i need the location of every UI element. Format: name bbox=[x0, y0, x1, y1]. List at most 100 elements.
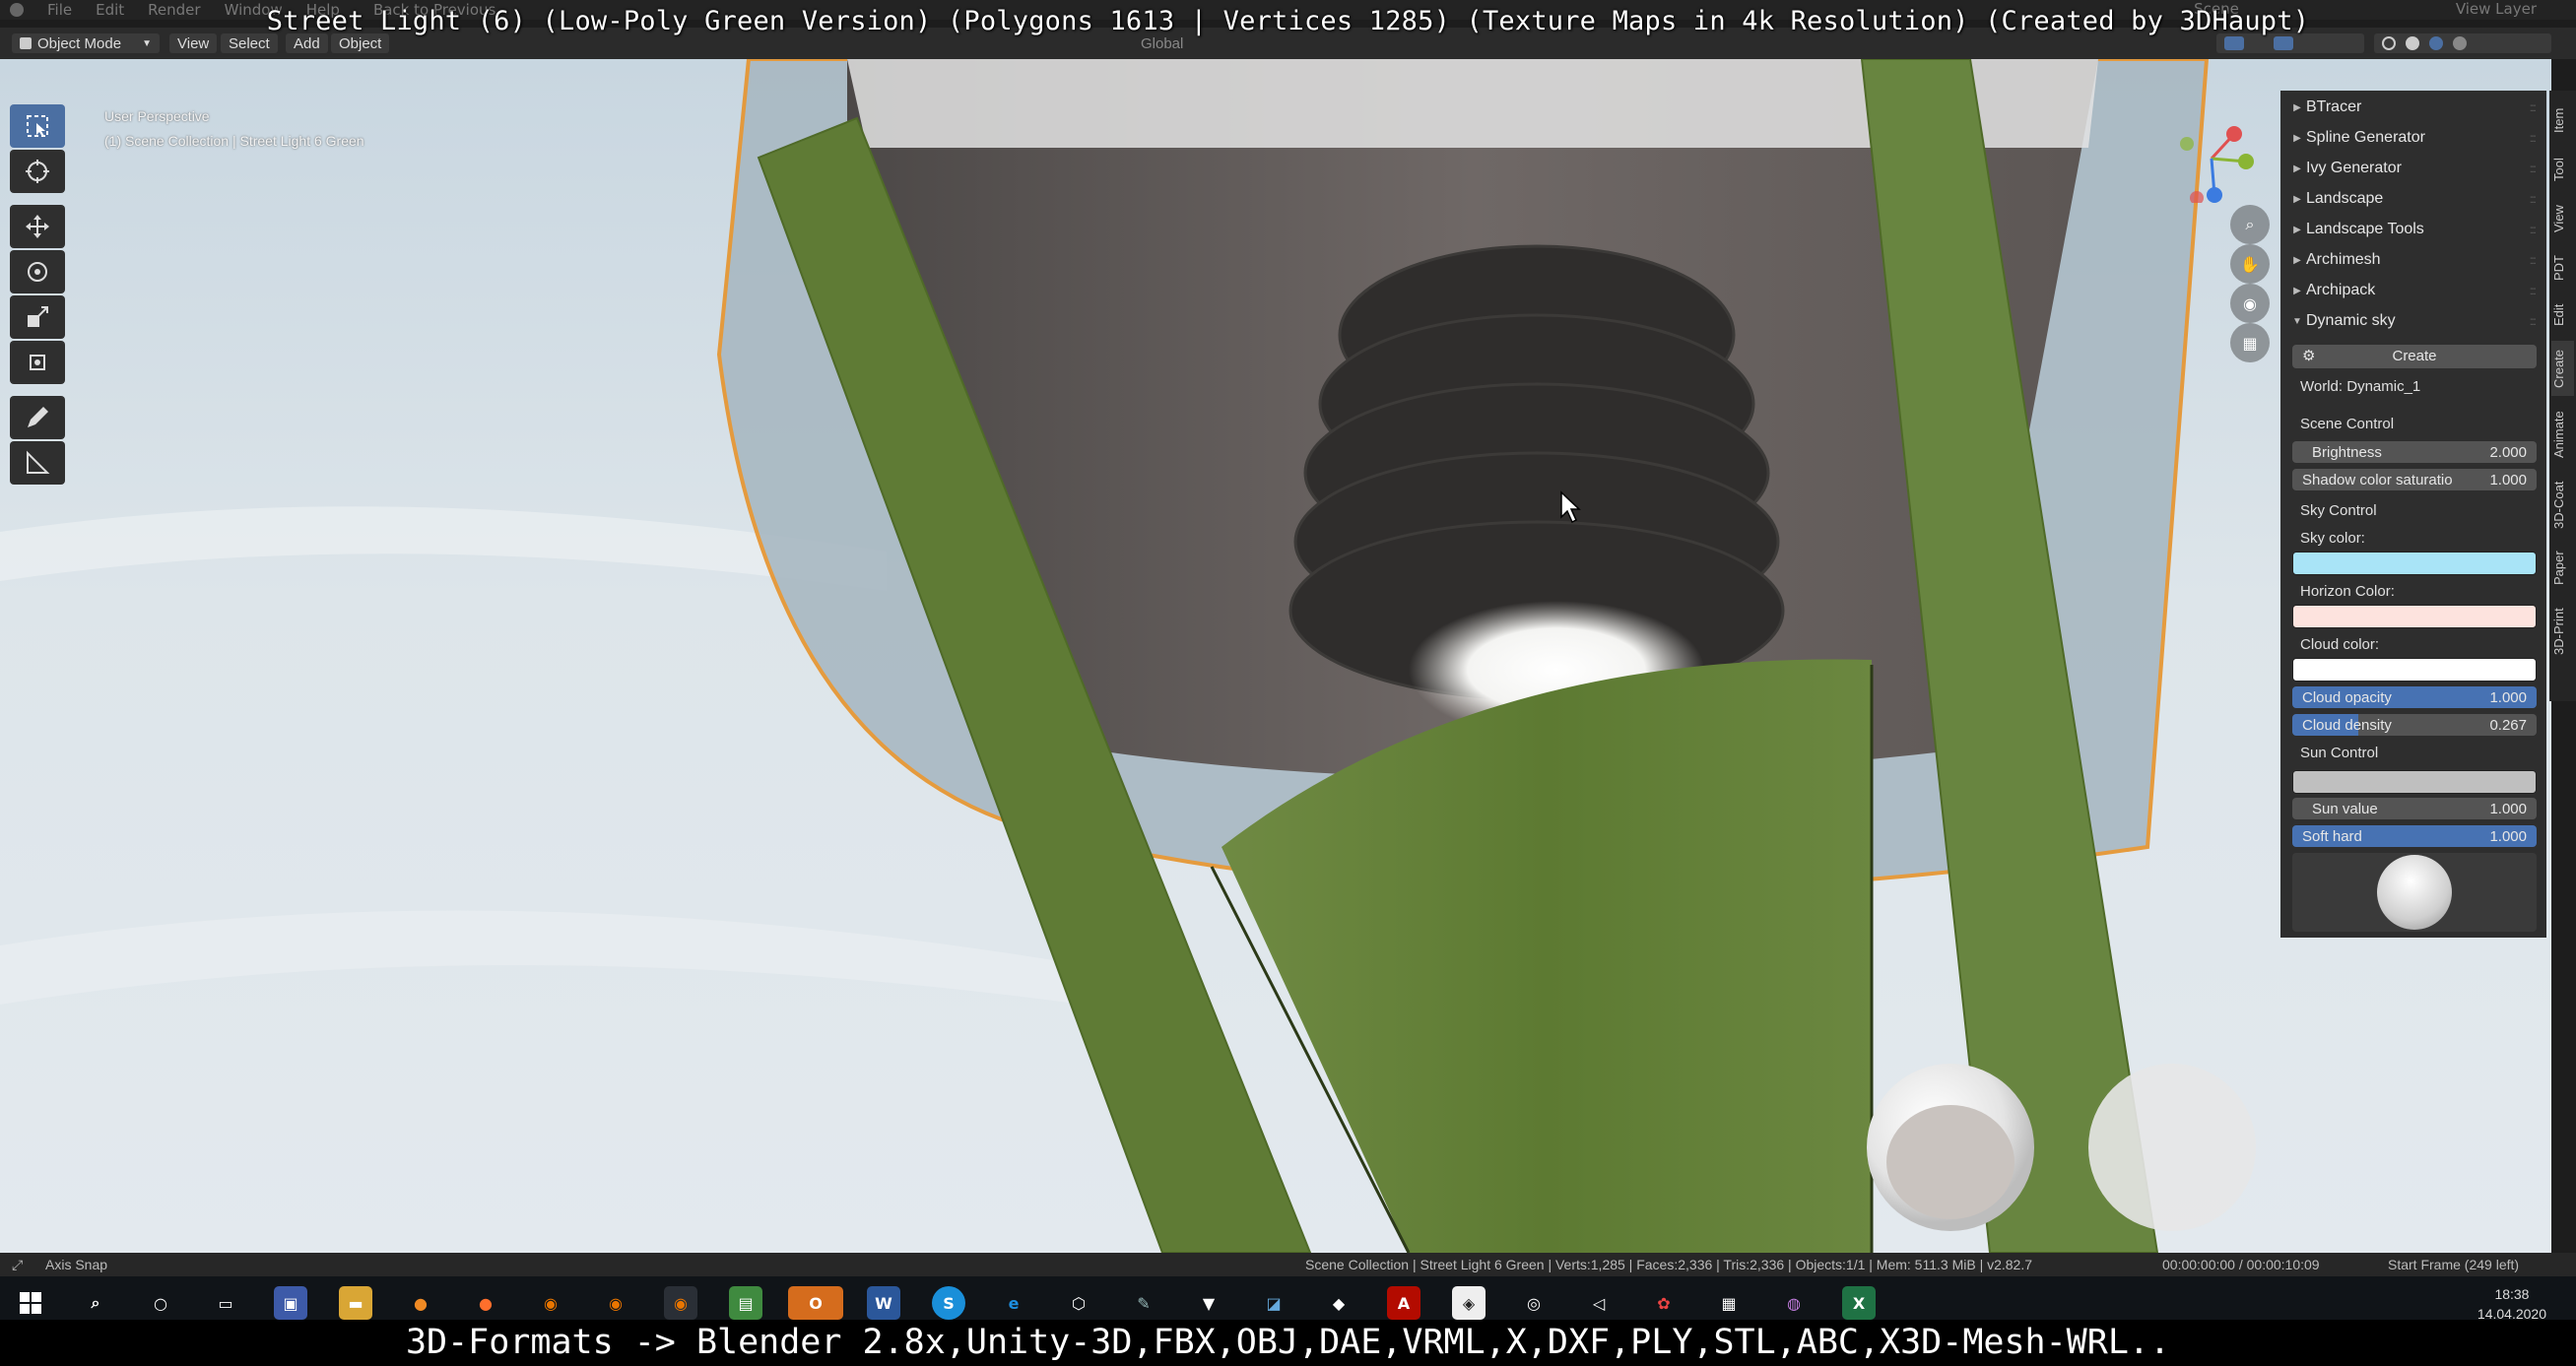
sun-preview-sphere bbox=[2377, 855, 2452, 930]
panel-btracer[interactable]: ▶ BTracer:::: bbox=[2288, 94, 2539, 121]
system-clock[interactable]: 18:38 14.04.2020 bbox=[2477, 1284, 2546, 1324]
skype-icon[interactable]: S bbox=[932, 1286, 965, 1320]
grip-icon[interactable]: :::: bbox=[2530, 253, 2537, 267]
tab-create[interactable]: Create bbox=[2551, 341, 2574, 396]
tab-3d-coat[interactable]: 3D-Coat bbox=[2551, 473, 2574, 538]
grip-icon[interactable]: :::: bbox=[2530, 284, 2537, 297]
cloud-density-label: Cloud density bbox=[2302, 716, 2392, 734]
word-icon[interactable]: W bbox=[867, 1286, 900, 1320]
save-app-icon[interactable]: ▣ bbox=[274, 1286, 307, 1320]
grip-icon[interactable]: :::: bbox=[2530, 100, 2537, 114]
outlook-icon[interactable]: O bbox=[788, 1286, 843, 1320]
file-explorer-icon[interactable]: ▬ bbox=[339, 1286, 372, 1320]
grip-icon[interactable]: :::: bbox=[2530, 223, 2537, 236]
tool-app-icon[interactable]: ✎ bbox=[1127, 1286, 1160, 1320]
tab-edit[interactable]: Edit bbox=[2551, 295, 2574, 335]
cortana-icon[interactable]: ○ bbox=[144, 1286, 177, 1320]
tab-view[interactable]: View bbox=[2551, 197, 2574, 240]
3d-viewport[interactable]: User Perspective (1) Scene Collection | … bbox=[0, 59, 2551, 1253]
view-menu[interactable]: View bbox=[169, 33, 218, 53]
grip-icon[interactable]: :::: bbox=[2530, 192, 2537, 206]
acrobat-icon[interactable]: A bbox=[1387, 1286, 1420, 1320]
maps-icon[interactable]: ◍ bbox=[1777, 1286, 1811, 1320]
pan-button[interactable]: ✋ bbox=[2230, 244, 2270, 284]
blender-alt-icon[interactable]: ◉ bbox=[599, 1286, 632, 1320]
tab-tool[interactable]: Tool bbox=[2551, 150, 2574, 189]
panel-landscape[interactable]: ▶ Landscape:::: bbox=[2288, 185, 2539, 213]
cloud-density-value: 0.267 bbox=[2489, 716, 2527, 734]
firefox-alt-icon[interactable]: ● bbox=[469, 1286, 502, 1320]
zoom-button[interactable]: ⌕ bbox=[2230, 205, 2270, 244]
annotate-tool[interactable] bbox=[10, 396, 65, 439]
cloud-opacity-slider[interactable]: Cloud opacity 1.000 bbox=[2292, 686, 2537, 708]
mode-selector[interactable]: Object Mode ▼ bbox=[12, 33, 160, 53]
measure-tool[interactable] bbox=[10, 441, 65, 485]
brightness-value: 2.000 bbox=[2489, 443, 2527, 461]
excel-icon[interactable]: X bbox=[1842, 1286, 1876, 1320]
grip-icon[interactable]: :::: bbox=[2530, 314, 2537, 328]
vectornator-icon[interactable]: ▼ bbox=[1192, 1286, 1225, 1320]
blender-icon[interactable]: ◉ bbox=[534, 1286, 567, 1320]
brightness-field[interactable]: Brightness 2.000 bbox=[2292, 441, 2537, 463]
shadow-saturation-field[interactable]: Shadow color saturatio 1.000 bbox=[2292, 469, 2537, 490]
camera-view-button[interactable]: ◉ bbox=[2230, 284, 2270, 323]
github-icon[interactable]: ◎ bbox=[1517, 1286, 1551, 1320]
collapse-icon: ▼ bbox=[2292, 315, 2302, 327]
sun-value-field[interactable]: Sun value 1.000 bbox=[2292, 798, 2537, 819]
sun-color-swatch[interactable] bbox=[2292, 770, 2537, 794]
scene-control-heading: Scene Control bbox=[2300, 416, 2395, 432]
tab-item[interactable]: Item bbox=[2551, 100, 2574, 140]
unity-hub-icon[interactable]: ◁ bbox=[1582, 1286, 1616, 1320]
windows-start-icon[interactable] bbox=[14, 1286, 47, 1320]
select-box-tool[interactable] bbox=[10, 104, 65, 148]
grip-icon[interactable]: :::: bbox=[2530, 131, 2537, 145]
app-icon[interactable]: ◆ bbox=[1322, 1286, 1355, 1320]
cursor-tool[interactable] bbox=[10, 150, 65, 193]
panel-spline-generator[interactable]: ▶ Spline Generator:::: bbox=[2288, 124, 2539, 152]
panel-dynamic-sky[interactable]: ▼ Dynamic sky:::: bbox=[2288, 307, 2539, 335]
panel-label: Dynamic sky bbox=[2306, 312, 2396, 329]
video-title-overlay: Street Light (6) (Low-Poly Green Version… bbox=[266, 6, 2310, 36]
perspective-toggle-button[interactable]: ▦ bbox=[2230, 323, 2270, 362]
firefox-icon[interactable]: ● bbox=[404, 1286, 437, 1320]
tab-pdt[interactable]: PDT bbox=[2551, 248, 2574, 288]
rotate-tool[interactable] bbox=[10, 250, 65, 293]
search-icon[interactable]: ⌕ bbox=[79, 1286, 112, 1320]
move-tool[interactable] bbox=[10, 205, 65, 248]
transform-orientation[interactable]: Global bbox=[1133, 33, 1191, 53]
cloud-density-slider[interactable]: Cloud density 0.267 bbox=[2292, 714, 2537, 736]
grip-icon[interactable]: :::: bbox=[2530, 162, 2537, 175]
blender-active-icon[interactable]: ◉ bbox=[664, 1286, 697, 1320]
viewport-info: User Perspective (1) Scene Collection | … bbox=[104, 104, 364, 154]
start-frame-info: Start Frame (249 left) bbox=[2388, 1257, 2520, 1272]
tab-paper[interactable]: Paper bbox=[2551, 544, 2574, 593]
panel-archipack[interactable]: ▶ Archipack:::: bbox=[2288, 277, 2539, 304]
notepad-icon[interactable]: ▤ bbox=[729, 1286, 762, 1320]
viewport-overlays-group[interactable] bbox=[2216, 33, 2364, 53]
panel-landscape-tools[interactable]: ▶ Landscape Tools:::: bbox=[2288, 216, 2539, 243]
panel-archimesh[interactable]: ▶ Archimesh:::: bbox=[2288, 246, 2539, 274]
cloud-color-swatch[interactable] bbox=[2292, 658, 2537, 682]
edge-icon[interactable]: e bbox=[997, 1286, 1030, 1320]
tab-animate[interactable]: Animate bbox=[2551, 402, 2574, 467]
panel-label: Archipack bbox=[2306, 282, 2376, 298]
task-view-icon[interactable]: ▭ bbox=[209, 1286, 242, 1320]
create-button[interactable]: ⚙ Create bbox=[2292, 345, 2537, 368]
select-menu[interactable]: Select bbox=[221, 33, 278, 53]
navigation-gizmo[interactable] bbox=[2167, 114, 2256, 205]
unity-icon[interactable]: ◈ bbox=[1452, 1286, 1486, 1320]
transform-tool[interactable] bbox=[10, 341, 65, 384]
misc-app-icon[interactable]: ✿ bbox=[1647, 1286, 1681, 1320]
panel-ivy-generator[interactable]: ▶ Ivy Generator:::: bbox=[2288, 155, 2539, 182]
shading-modes[interactable] bbox=[2374, 33, 2551, 53]
tab-3d-print[interactable]: 3D-Print bbox=[2551, 599, 2574, 664]
add-menu[interactable]: Add bbox=[286, 33, 328, 53]
object-menu[interactable]: Object bbox=[331, 33, 390, 53]
calculator-icon[interactable]: ▦ bbox=[1712, 1286, 1746, 1320]
sky-color-swatch[interactable] bbox=[2292, 552, 2537, 575]
paint-app-icon[interactable]: ◪ bbox=[1257, 1286, 1290, 1320]
soft-hard-slider[interactable]: Soft hard 1.000 bbox=[2292, 825, 2537, 847]
horizon-color-swatch[interactable] bbox=[2292, 605, 2537, 628]
scale-tool[interactable] bbox=[10, 295, 65, 339]
3d-viewer-icon[interactable]: ⬡ bbox=[1062, 1286, 1095, 1320]
